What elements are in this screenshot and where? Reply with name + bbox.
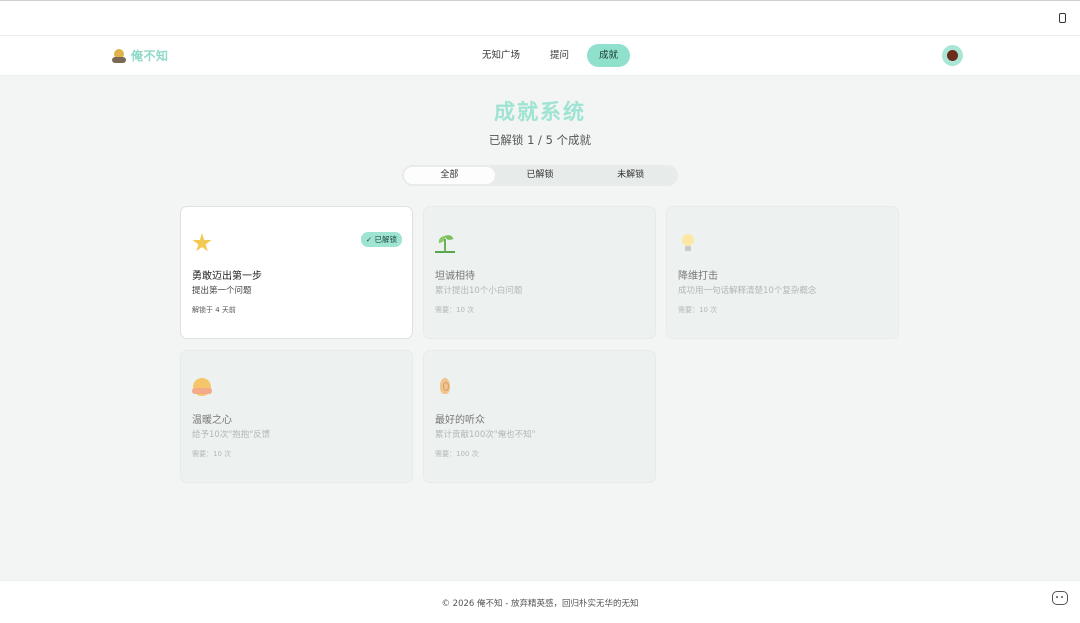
achievement-card-first-step[interactable]: ✓ 已解锁 勇敢迈出第一步 提出第一个问题 解锁于 4 天前 bbox=[180, 206, 413, 339]
achievement-meta: 需要：10 次 bbox=[192, 450, 232, 458]
footer-text: © 2026 俺不知 - 放弃精英感，回归朴实无华的无知 bbox=[441, 599, 639, 609]
achievement-card-simplify[interactable]: 降维打击 成功用一句话解释清楚10个复杂概念 需要：10 次 bbox=[666, 206, 899, 339]
tab-locked[interactable]: 未解锁 bbox=[585, 167, 676, 184]
achievement-title: 温暖之心 bbox=[192, 415, 232, 426]
achievement-card-best-listener[interactable]: 最好的听众 累计贡献100次"俺也不知" 需要：100 次 bbox=[423, 350, 656, 483]
browser-top-strip bbox=[0, 0, 1080, 36]
brand-name: 俺不知 bbox=[131, 49, 169, 63]
ear-icon bbox=[435, 377, 455, 397]
unlock-progress: 已解锁 1 / 5 个成就 bbox=[488, 133, 592, 147]
achievement-card-honest[interactable]: 坦诚相待 累计提出10个小白问题 需要：10 次 bbox=[423, 206, 656, 339]
tab-unlocked[interactable]: 已解锁 bbox=[495, 167, 586, 184]
avatar-image bbox=[947, 50, 958, 61]
unlocked-badge: ✓ 已解锁 bbox=[360, 232, 402, 247]
achievement-card-warm-heart[interactable]: 温暖之心 给予10次"抱抱"反馈 需要：10 次 bbox=[180, 350, 413, 483]
brand-logo[interactable]: 俺不知 bbox=[112, 47, 169, 64]
page-header: 成就系统 已解锁 1 / 5 个成就 bbox=[0, 96, 1080, 148]
star-icon bbox=[192, 233, 212, 252]
logo-icon bbox=[112, 48, 126, 64]
achievement-meta: 解锁于 4 天前 bbox=[192, 306, 236, 314]
achievement-title: 坦诚相待 bbox=[435, 271, 475, 282]
achievement-desc: 累计提出10个小白问题 bbox=[435, 286, 523, 296]
achievement-desc: 成功用一句话解释清楚10个复杂概念 bbox=[678, 286, 817, 296]
seedling-icon bbox=[435, 233, 455, 253]
page-footer: © 2026 俺不知 - 放弃精英感，回归朴实无华的无知 bbox=[0, 580, 1080, 623]
achievement-desc: 提出第一个问题 bbox=[192, 286, 252, 296]
achievement-desc: 给予10次"抱抱"反馈 bbox=[192, 430, 271, 440]
tab-all[interactable]: 全部 bbox=[404, 167, 495, 184]
achievement-title: 勇敢迈出第一步 bbox=[192, 271, 262, 282]
achievement-meta: 需要：10 次 bbox=[435, 306, 475, 314]
nav-item-ask[interactable]: 提问 bbox=[538, 44, 581, 67]
nav-item-plaza[interactable]: 无知广场 bbox=[470, 44, 532, 67]
lightbulb-icon bbox=[678, 233, 698, 253]
hugging-face-icon bbox=[192, 377, 212, 397]
window-control-icon[interactable] bbox=[1059, 13, 1066, 23]
nav-item-achievements[interactable]: 成就 bbox=[587, 44, 631, 67]
achievement-title: 最好的听众 bbox=[435, 415, 485, 426]
achievement-meta: 需要：100 次 bbox=[435, 450, 479, 458]
chat-bot-icon[interactable] bbox=[1052, 591, 1068, 605]
page-title: 成就系统 bbox=[494, 100, 586, 124]
main-menu: 无知广场 提问 成就 bbox=[470, 44, 631, 67]
achievement-desc: 累计贡献100次"俺也不知" bbox=[435, 430, 536, 440]
achievement-title: 降维打击 bbox=[678, 271, 718, 282]
top-navbar: 俺不知 无知广场 提问 成就 bbox=[0, 36, 1080, 76]
filter-tabs: 全部 已解锁 未解锁 bbox=[402, 165, 678, 186]
avatar[interactable] bbox=[942, 45, 963, 66]
achievement-meta: 需要：10 次 bbox=[678, 306, 718, 314]
